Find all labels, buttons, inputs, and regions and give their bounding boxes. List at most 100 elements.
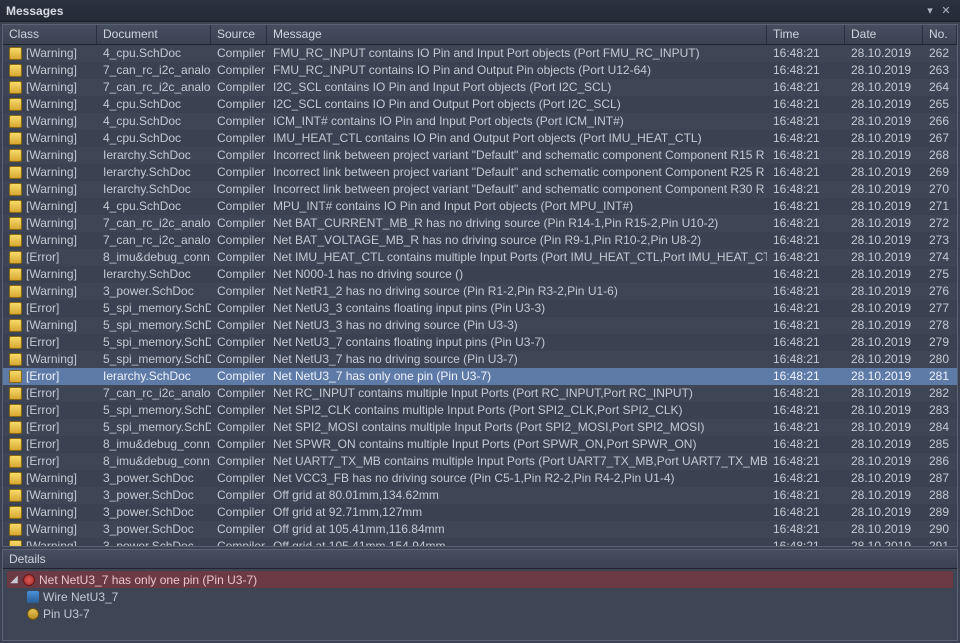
table-row[interactable]: [Error]5_spi_memory.SchDocCompilerNet SP…	[3, 419, 957, 436]
table-row[interactable]: [Error]5_spi_memory.SchDocCompilerNet Ne…	[3, 334, 957, 351]
table-row[interactable]: [Warning]4_cpu.SchDocCompilerMPU_INT# co…	[3, 198, 957, 215]
cell-time: 16:48:21	[767, 130, 845, 147]
class-label: [Warning]	[26, 147, 77, 164]
dropdown-icon[interactable]: ▾	[922, 3, 938, 19]
class-label: [Warning]	[26, 266, 77, 283]
table-row[interactable]: [Warning]3_power.SchDocCompilerNet NetR1…	[3, 283, 957, 300]
table-row[interactable]: [Error]5_spi_memory.SchDocCompilerNet Ne…	[3, 300, 957, 317]
table-row[interactable]: [Warning]Ierarchy.SchDocCompilerIncorrec…	[3, 164, 957, 181]
cell-class: [Warning]	[3, 538, 97, 547]
col-header-class[interactable]: Class	[3, 25, 97, 44]
cell-source: Compiler	[211, 283, 267, 300]
table-row[interactable]: [Warning]7_can_rc_i2c_analog.SchDocCompi…	[3, 232, 957, 249]
details-header[interactable]: Details	[3, 550, 957, 569]
details-child-label: Pin U3-7	[43, 607, 90, 621]
warning-icon	[9, 217, 22, 230]
warning-icon	[9, 489, 22, 502]
cell-document: 7_can_rc_i2c_analog.SchDoc	[97, 385, 211, 402]
table-row[interactable]: [Warning]3_power.SchDocCompilerOff grid …	[3, 521, 957, 538]
cell-date: 28.10.2019	[845, 453, 923, 470]
cell-class: [Warning]	[3, 181, 97, 198]
cell-message: Net NetU3_3 has no driving source (Pin U…	[267, 317, 767, 334]
col-header-no[interactable]: No.	[923, 25, 957, 44]
close-icon[interactable]: ✕	[938, 3, 954, 19]
class-label: [Warning]	[26, 181, 77, 198]
cell-message: Net IMU_HEAT_CTL contains multiple Input…	[267, 249, 767, 266]
cell-date: 28.10.2019	[845, 470, 923, 487]
table-row[interactable]: [Error]7_can_rc_i2c_analog.SchDocCompile…	[3, 385, 957, 402]
class-label: [Error]	[26, 402, 59, 419]
table-row[interactable]: [Warning]4_cpu.SchDocCompilerI2C_SCL con…	[3, 96, 957, 113]
warning-icon	[9, 319, 22, 332]
title-bar[interactable]: Messages ▾ ✕	[0, 0, 960, 22]
details-child[interactable]: Wire NetU3_7	[7, 588, 953, 605]
class-label: [Warning]	[26, 45, 77, 62]
details-child[interactable]: Pin U3-7	[7, 605, 953, 622]
cell-source: Compiler	[211, 300, 267, 317]
cell-time: 16:48:21	[767, 453, 845, 470]
cell-date: 28.10.2019	[845, 96, 923, 113]
cell-source: Compiler	[211, 113, 267, 130]
table-row[interactable]: [Warning]Ierarchy.SchDocCompilerIncorrec…	[3, 147, 957, 164]
table-row[interactable]: [Warning]3_power.SchDocCompilerOff grid …	[3, 538, 957, 546]
tree-collapse-icon[interactable]: ◢	[9, 574, 19, 585]
table-row[interactable]: [Warning]5_spi_memory.SchDocCompilerNet …	[3, 317, 957, 334]
table-row[interactable]: [Warning]3_power.SchDocCompilerNet VCC3_…	[3, 470, 957, 487]
cell-source: Compiler	[211, 79, 267, 96]
cell-no: 288	[923, 487, 957, 504]
table-row[interactable]: [Error]8_imu&debug_conn.SchDocCompilerNe…	[3, 249, 957, 266]
cell-class: [Warning]	[3, 164, 97, 181]
col-header-message[interactable]: Message	[267, 25, 767, 44]
details-child-label: Wire NetU3_7	[43, 590, 118, 604]
col-header-time[interactable]: Time	[767, 25, 845, 44]
cell-class: [Error]	[3, 385, 97, 402]
class-label: [Error]	[26, 419, 59, 436]
table-row[interactable]: [Error]Ierarchy.SchDocCompilerNet NetU3_…	[3, 368, 957, 385]
table-row[interactable]: [Warning]3_power.SchDocCompilerOff grid …	[3, 504, 957, 521]
details-root[interactable]: ◢ Net NetU3_7 has only one pin (Pin U3-7…	[7, 571, 953, 588]
table-row[interactable]: [Warning]7_can_rc_i2c_analog.SchDocCompi…	[3, 79, 957, 96]
messages-panel: Class Document Source Message Time Date …	[0, 22, 960, 643]
table-row[interactable]: [Error]8_imu&debug_conn.SchDocCompilerNe…	[3, 453, 957, 470]
cell-document: Ierarchy.SchDoc	[97, 368, 211, 385]
cell-document: 5_spi_memory.SchDoc	[97, 402, 211, 419]
cell-source: Compiler	[211, 521, 267, 538]
table-row[interactable]: [Warning]7_can_rc_i2c_analog.SchDocCompi…	[3, 215, 957, 232]
table-row[interactable]: [Warning]4_cpu.SchDocCompilerIMU_HEAT_CT…	[3, 130, 957, 147]
col-header-document[interactable]: Document	[97, 25, 211, 44]
col-header-source[interactable]: Source	[211, 25, 267, 44]
table-row[interactable]: [Warning]4_cpu.SchDocCompilerICM_INT# co…	[3, 113, 957, 130]
error-icon	[9, 370, 22, 383]
cell-source: Compiler	[211, 249, 267, 266]
cell-no: 265	[923, 96, 957, 113]
cell-date: 28.10.2019	[845, 436, 923, 453]
table-row[interactable]: [Warning]Ierarchy.SchDocCompilerIncorrec…	[3, 181, 957, 198]
cell-time: 16:48:21	[767, 470, 845, 487]
class-label: [Warning]	[26, 215, 77, 232]
table-row[interactable]: [Warning]4_cpu.SchDocCompilerFMU_RC_INPU…	[3, 45, 957, 62]
warning-icon	[9, 166, 22, 179]
class-label: [Warning]	[26, 130, 77, 147]
cell-source: Compiler	[211, 232, 267, 249]
cell-class: [Warning]	[3, 130, 97, 147]
table-row[interactable]: [Warning]7_can_rc_i2c_analog.SchDocCompi…	[3, 62, 957, 79]
cell-time: 16:48:21	[767, 215, 845, 232]
cell-message: Net NetU3_7 contains floating input pins…	[267, 334, 767, 351]
cell-source: Compiler	[211, 215, 267, 232]
cell-date: 28.10.2019	[845, 198, 923, 215]
cell-time: 16:48:21	[767, 164, 845, 181]
table-row[interactable]: [Error]8_imu&debug_conn.SchDocCompilerNe…	[3, 436, 957, 453]
cell-time: 16:48:21	[767, 266, 845, 283]
cell-source: Compiler	[211, 198, 267, 215]
cell-document: Ierarchy.SchDoc	[97, 266, 211, 283]
table-row[interactable]: [Warning]Ierarchy.SchDocCompilerNet N000…	[3, 266, 957, 283]
cell-time: 16:48:21	[767, 487, 845, 504]
cell-source: Compiler	[211, 181, 267, 198]
table-row[interactable]: [Error]5_spi_memory.SchDocCompilerNet SP…	[3, 402, 957, 419]
table-row[interactable]: [Warning]5_spi_memory.SchDocCompilerNet …	[3, 351, 957, 368]
cell-date: 28.10.2019	[845, 334, 923, 351]
grid-rows[interactable]: [Warning]4_cpu.SchDocCompilerFMU_RC_INPU…	[3, 45, 957, 546]
table-row[interactable]: [Warning]3_power.SchDocCompilerOff grid …	[3, 487, 957, 504]
cell-no: 280	[923, 351, 957, 368]
col-header-date[interactable]: Date	[845, 25, 923, 44]
